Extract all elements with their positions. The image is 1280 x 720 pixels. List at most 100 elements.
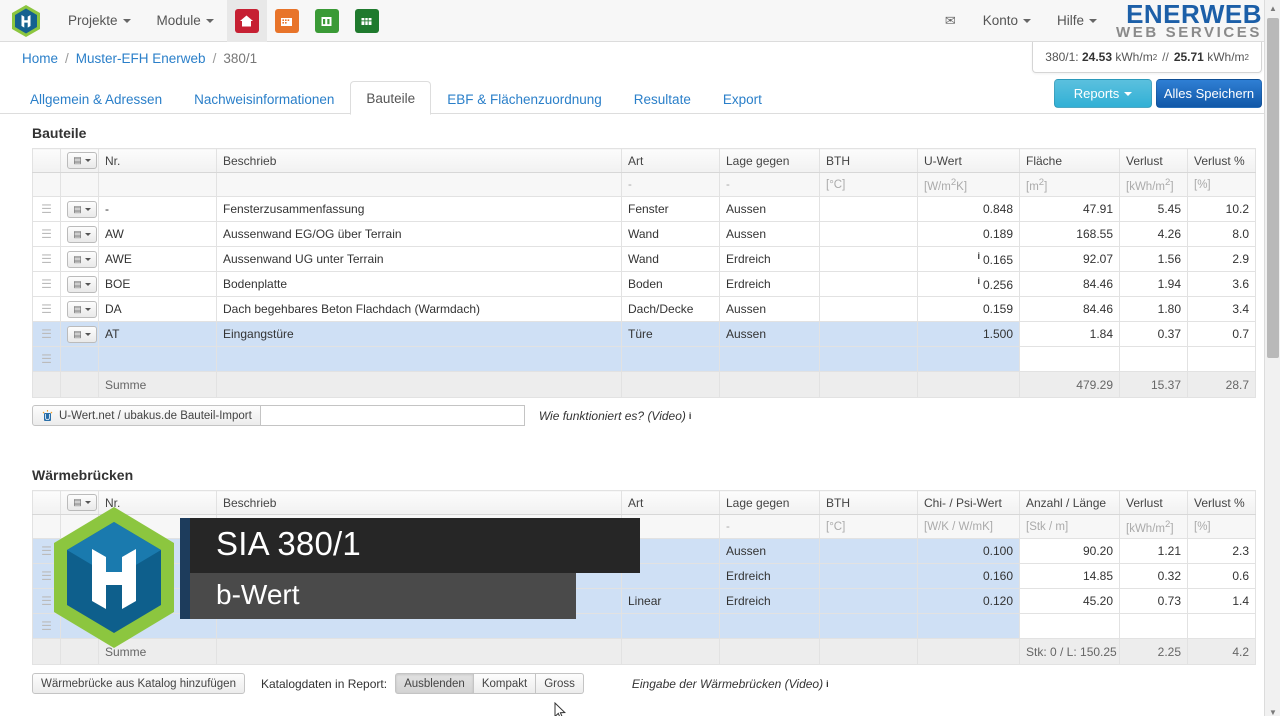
cell-lage[interactable]: Aussen <box>719 221 820 247</box>
col-verlust-prozent[interactable]: Verlust % <box>1187 490 1256 515</box>
table-green-icon[interactable] <box>354 8 379 33</box>
cell-bth[interactable] <box>819 538 918 564</box>
info-icon[interactable]: i <box>977 251 980 261</box>
table-row[interactable]: ☰ ▤ - Fensterzusammenfassung Fenster Aus… <box>32 196 1256 222</box>
table-row[interactable]: ☰ ▤ DA Dach begehbares Beton Flachdach (… <box>32 296 1256 322</box>
tab-export[interactable]: Export <box>707 82 778 115</box>
add-from-catalog-button[interactable]: Wärmebrücke aus Katalog hinzufügen <box>32 673 245 694</box>
save-all-button[interactable]: Alles Speichern <box>1156 79 1262 108</box>
col-verlust-prozent[interactable]: Verlust % <box>1187 148 1256 173</box>
cell-nr[interactable]: DA <box>98 296 217 322</box>
cell-u-wert[interactable]: 0.189 <box>917 221 1020 247</box>
col-lage-gegen[interactable]: Lage gegen <box>719 148 820 173</box>
cell-anzahl[interactable] <box>1019 613 1120 639</box>
table-row[interactable]: ☰ ▤ AWE Aussenwand UG unter Terrain Wand… <box>32 246 1256 272</box>
row-drag-handle[interactable]: ☰ <box>32 296 61 322</box>
row-menu-button[interactable]: ▤ <box>60 271 99 297</box>
cell-bth[interactable] <box>819 613 918 639</box>
nav-menu-module[interactable]: Module <box>144 0 227 42</box>
col-beschrieb[interactable]: Beschrieb <box>216 490 622 515</box>
cell-flaeche[interactable] <box>1019 346 1120 372</box>
cell-beschrieb[interactable]: Aussenwand UG unter Terrain <box>216 246 622 272</box>
report-option-kompakt[interactable]: Kompakt <box>473 673 537 694</box>
cell-lage[interactable]: Aussen <box>719 296 820 322</box>
row-menu-button[interactable]: ▤ <box>60 321 99 347</box>
row-menu-button[interactable]: ▤ <box>60 196 99 222</box>
col-beschrieb[interactable]: Beschrieb <box>216 148 622 173</box>
table-row[interactable]: ☰ ▤ BOE Bodenplatte Boden Erdreich i 0.25… <box>32 271 1256 297</box>
cell-bth[interactable] <box>819 588 918 614</box>
row-drag-handle[interactable]: ☰ <box>32 321 61 347</box>
building-icon[interactable] <box>274 8 299 33</box>
cell-u-wert[interactable]: 0.848 <box>917 196 1020 222</box>
col-anzahl-laenge[interactable]: Anzahl / Länge <box>1019 490 1120 515</box>
cell-anzahl[interactable]: 45.20 <box>1019 588 1120 614</box>
home-icon[interactable] <box>234 8 259 33</box>
row-actions-icon[interactable]: ▤ <box>67 200 97 218</box>
cell-art[interactable]: Türe <box>621 321 720 347</box>
cell-bth[interactable] <box>819 221 918 247</box>
info-icon[interactable]: i <box>826 679 829 689</box>
cell-beschrieb[interactable]: Eingangstüre <box>216 321 622 347</box>
report-option-gross[interactable]: Gross <box>536 673 584 694</box>
col-nr[interactable]: Nr. <box>98 148 217 173</box>
cell-bth[interactable] <box>819 563 918 589</box>
cell-u-wert[interactable]: i 0.256 <box>917 271 1020 297</box>
cell-lage[interactable]: Aussen <box>719 321 820 347</box>
col-verlust[interactable]: Verlust <box>1119 148 1188 173</box>
cell-u-wert[interactable]: i 0.165 <box>917 246 1020 272</box>
quick-icon-table-wrap[interactable] <box>347 0 387 42</box>
cell-lage[interactable]: Aussen <box>719 196 820 222</box>
col-lage-gegen[interactable]: Lage gegen <box>719 490 820 515</box>
nav-menu-projekte[interactable]: Projekte <box>55 0 144 42</box>
row-drag-handle[interactable]: ☰ <box>32 221 61 247</box>
cell-nr[interactable]: BOE <box>98 271 217 297</box>
col-art[interactable]: Art <box>621 490 720 515</box>
mail-icon[interactable]: ✉ <box>931 13 970 29</box>
cell-u-wert[interactable] <box>917 346 1020 372</box>
cell-art[interactable]: Boden <box>621 271 720 297</box>
col-bth[interactable]: BTH <box>819 490 918 515</box>
nav-menu-konto[interactable]: Konto <box>970 0 1044 42</box>
cell-u-wert[interactable]: 0.159 <box>917 296 1020 322</box>
cell-nr[interactable]: AW <box>98 221 217 247</box>
cell-bth[interactable] <box>819 346 918 372</box>
quick-icon-building-wrap[interactable] <box>267 0 307 42</box>
cell-nr[interactable]: - <box>98 196 217 222</box>
chart-green-icon[interactable] <box>314 8 339 33</box>
cell-flaeche[interactable]: 168.55 <box>1019 221 1120 247</box>
table-row[interactable]: ☰ ▤ AT Eingangstüre Türe Aussen 1.500 1.… <box>32 321 1256 347</box>
col-flaeche[interactable]: Fläche <box>1019 148 1120 173</box>
waermebruecken-help-text[interactable]: Eingabe der Wärmebrücken (Video) <box>632 677 823 691</box>
row-drag-handle[interactable]: ☰ <box>32 196 61 222</box>
cell-chi-psi[interactable]: 0.100 <box>917 538 1020 564</box>
cell-anzahl[interactable]: 90.20 <box>1019 538 1120 564</box>
uwert-import-input[interactable] <box>260 405 525 426</box>
table-row[interactable]: ☰ ▤ AW Aussenwand EG/OG über Terrain Wan… <box>32 221 1256 247</box>
nav-menu-hilfe[interactable]: Hilfe <box>1044 0 1110 42</box>
cell-beschrieb[interactable]: Aussenwand EG/OG über Terrain <box>216 221 622 247</box>
cell-flaeche[interactable]: 92.07 <box>1019 246 1120 272</box>
vertical-scrollbar[interactable]: ▲ ▼ <box>1264 0 1280 720</box>
cell-art[interactable]: Wand <box>621 221 720 247</box>
hexagon-logo-icon[interactable] <box>9 4 43 38</box>
row-menu-button[interactable]: ▤ <box>60 246 99 272</box>
cell-flaeche[interactable]: 84.46 <box>1019 271 1120 297</box>
cell-art[interactable] <box>621 346 720 372</box>
cell-nr[interactable] <box>98 346 217 372</box>
cell-art[interactable]: Dach/Decke <box>621 296 720 322</box>
cell-art[interactable]: Fenster <box>621 196 720 222</box>
cell-bth[interactable] <box>819 196 918 222</box>
breadcrumb-item-project[interactable]: Muster-EFH Enerweb <box>76 51 206 66</box>
bauteile-help-text[interactable]: Wie funktioniert es? (Video) <box>539 409 686 423</box>
cell-beschrieb[interactable]: Dach begehbares Beton Flachdach (Warmdac… <box>216 296 622 322</box>
row-drag-handle[interactable]: ☰ <box>32 346 61 372</box>
cell-u-wert[interactable]: 1.500 <box>917 321 1020 347</box>
row-actions-icon[interactable]: ▤ <box>67 300 97 318</box>
row-actions-icon[interactable]: ▤ <box>67 275 97 293</box>
tab-bauteile[interactable]: Bauteile <box>350 81 432 115</box>
triangle-up-icon[interactable]: ▲ <box>1265 0 1280 16</box>
row-actions-icon[interactable]: ▤ <box>67 250 97 268</box>
row-menu-button[interactable]: ▤ <box>60 221 99 247</box>
tab-allgemein-adressen[interactable]: Allgemein & Adressen <box>14 82 178 115</box>
